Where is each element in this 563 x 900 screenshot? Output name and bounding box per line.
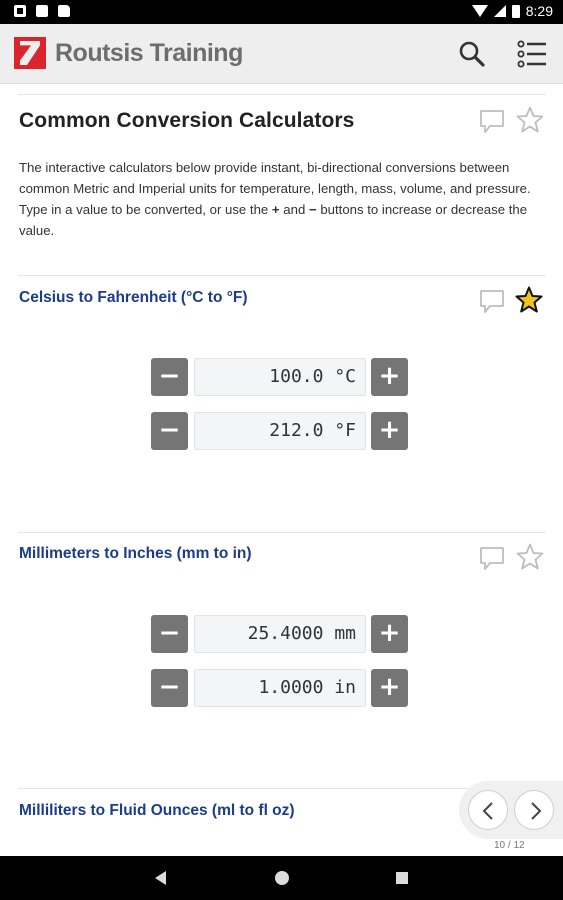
calculator-title: Celsius to Fahrenheit (°C to °F)	[19, 289, 248, 306]
search-icon	[459, 41, 485, 67]
increase-button[interactable]: +	[371, 358, 408, 396]
calculator-title: Milliliters to Fluid Ounces (ml to fl oz…	[19, 802, 295, 819]
divider	[18, 94, 546, 95]
minus-symbol: −	[308, 202, 317, 217]
calculator-title: Millimeters to Inches (mm to in)	[19, 545, 252, 562]
clock: 8:29	[525, 3, 553, 19]
comment-button[interactable]	[477, 543, 507, 573]
divider	[18, 532, 546, 533]
page-title: Common Conversion Calculators	[19, 109, 355, 132]
decrease-button[interactable]: −	[151, 669, 188, 707]
list-menu-icon	[517, 40, 546, 68]
battery-icon	[511, 4, 520, 18]
search-button[interactable]	[456, 38, 488, 70]
decrease-button[interactable]: −	[151, 412, 188, 450]
decrease-button[interactable]: −	[151, 615, 188, 653]
increase-button[interactable]: +	[371, 669, 408, 707]
comment-button[interactable]	[477, 106, 507, 136]
page-navigator	[459, 781, 563, 839]
celsius-field[interactable]: 100.0 °C	[194, 358, 366, 396]
favorite-button[interactable]	[515, 105, 545, 135]
star-icon	[516, 106, 544, 133]
notification-icon	[36, 5, 48, 17]
system-nav-bar	[0, 856, 563, 900]
decrease-button[interactable]: −	[151, 358, 188, 396]
contents-menu-button[interactable]	[516, 38, 548, 70]
star-icon	[516, 543, 544, 570]
wifi-icon	[471, 5, 488, 17]
chevron-right-icon	[531, 802, 542, 820]
comment-button[interactable]	[477, 286, 507, 316]
app-title: Routsis Training	[55, 39, 243, 67]
comment-icon	[480, 110, 504, 133]
routsis-logo	[14, 37, 46, 69]
plus-symbol: +	[271, 202, 280, 217]
divider	[18, 275, 546, 276]
next-page-button[interactable]	[514, 790, 554, 830]
favorite-button[interactable]	[514, 285, 544, 315]
description-text: and	[279, 202, 309, 217]
back-icon[interactable]	[155, 871, 166, 885]
increase-button[interactable]: +	[371, 412, 408, 450]
sd-card-icon	[58, 5, 70, 17]
home-icon[interactable]	[275, 871, 289, 885]
previous-page-button[interactable]	[468, 790, 508, 830]
favorite-button[interactable]	[515, 542, 545, 572]
fahrenheit-field[interactable]: 212.0 °F	[194, 412, 366, 450]
increase-button[interactable]: +	[371, 615, 408, 653]
status-bar: 8:29	[0, 0, 563, 24]
recent-apps-icon[interactable]	[396, 872, 408, 884]
comment-icon	[480, 547, 504, 570]
page-content: Common Conversion Calculators The intera…	[0, 84, 563, 856]
inches-field[interactable]: 1.0000 in	[194, 669, 366, 707]
millimeters-field[interactable]: 25.4000 mm	[194, 615, 366, 653]
star-filled-icon	[515, 286, 543, 313]
page-description: The interactive calculators below provid…	[19, 157, 547, 241]
app-bar: Routsis Training	[0, 24, 563, 84]
comment-icon	[480, 290, 504, 313]
notification-icon	[14, 5, 26, 17]
signal-icon	[493, 5, 506, 17]
page-counter: 10 / 12	[494, 840, 525, 851]
chevron-left-icon	[482, 802, 493, 820]
